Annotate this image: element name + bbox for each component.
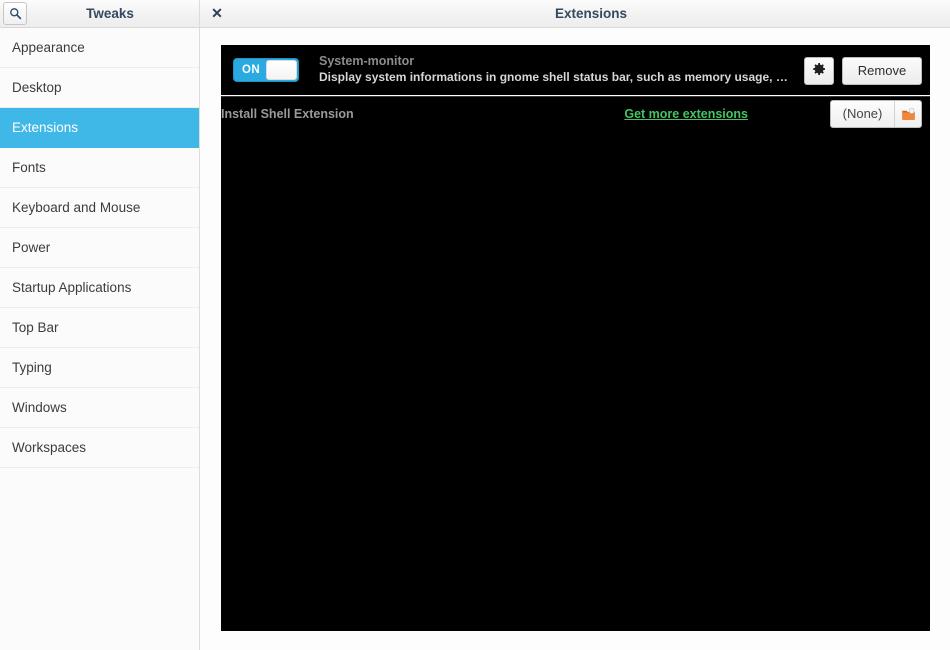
extension-settings-button[interactable] — [804, 57, 834, 85]
sidebar-item-label: Appearance — [12, 40, 85, 55]
sidebar-item-label: Keyboard and Mouse — [12, 200, 141, 215]
sidebar-item-label: Extensions — [12, 120, 79, 135]
toggle-knob — [266, 60, 297, 80]
sidebar-item-extensions[interactable]: Extensions — [0, 108, 199, 148]
tweaks-window: Tweaks ✕ Extensions Appearance Desktop E… — [0, 0, 950, 650]
extension-name: System-monitor — [319, 54, 415, 68]
folder-icon — [894, 101, 921, 127]
gear-icon — [811, 61, 827, 82]
sidebar-item-label: Desktop — [12, 80, 62, 95]
sidebar-item-power[interactable]: Power — [0, 228, 199, 268]
extension-file-chooser-button[interactable]: (None) — [830, 100, 922, 128]
search-icon — [9, 7, 22, 20]
sidebar-item-keyboard-and-mouse[interactable]: Keyboard and Mouse — [0, 188, 199, 228]
sidebar-item-top-bar[interactable]: Top Bar — [0, 308, 199, 348]
sidebar: Appearance Desktop Extensions Fonts Keyb… — [0, 28, 200, 650]
sidebar-item-appearance[interactable]: Appearance — [0, 28, 199, 68]
file-chooser-value: (None) — [842, 106, 883, 121]
sidebar-item-label: Startup Applications — [12, 280, 132, 295]
sidebar-item-label: Workspaces — [12, 440, 87, 455]
close-icon: ✕ — [211, 4, 223, 21]
content-area: ON System-monitor Display system informa… — [201, 28, 950, 650]
get-more-extensions-link[interactable]: Get more extensions — [624, 107, 748, 121]
sidebar-item-fonts[interactable]: Fonts — [0, 148, 199, 188]
extensions-panel: ON System-monitor Display system informa… — [221, 45, 930, 631]
extension-enable-toggle[interactable]: ON — [233, 58, 299, 82]
window-title-left: Tweaks — [86, 6, 134, 21]
install-shell-extension-label: Install Shell Extension — [221, 107, 354, 121]
extension-description: Display system informations in gnome she… — [319, 70, 790, 84]
sidebar-item-label: Fonts — [12, 160, 46, 175]
sidebar-item-windows[interactable]: Windows — [0, 388, 199, 428]
extension-remove-button[interactable]: Remove — [842, 57, 922, 85]
close-button[interactable]: ✕ — [206, 2, 228, 24]
sidebar-item-desktop[interactable]: Desktop — [0, 68, 199, 108]
sidebar-item-label: Top Bar — [12, 320, 59, 335]
sidebar-item-label: Windows — [12, 400, 67, 415]
header-left-section: Tweaks — [0, 0, 200, 27]
search-button[interactable] — [3, 2, 27, 25]
sidebar-item-label: Typing — [12, 360, 52, 375]
install-extension-row: Install Shell Extension Get more extensi… — [221, 97, 930, 135]
sidebar-item-workspaces[interactable]: Workspaces — [0, 428, 199, 468]
window-title-right: Extensions — [554, 6, 628, 21]
sidebar-item-startup-applications[interactable]: Startup Applications — [0, 268, 199, 308]
sidebar-item-label: Power — [12, 240, 51, 255]
extension-text-block: System-monitor Display system informatio… — [319, 53, 790, 86]
toggle-state-label: ON — [241, 64, 261, 76]
sidebar-item-typing[interactable]: Typing — [0, 348, 199, 388]
header-bar: Tweaks ✕ Extensions — [0, 0, 950, 28]
extension-row: ON System-monitor Display system informa… — [221, 45, 930, 97]
